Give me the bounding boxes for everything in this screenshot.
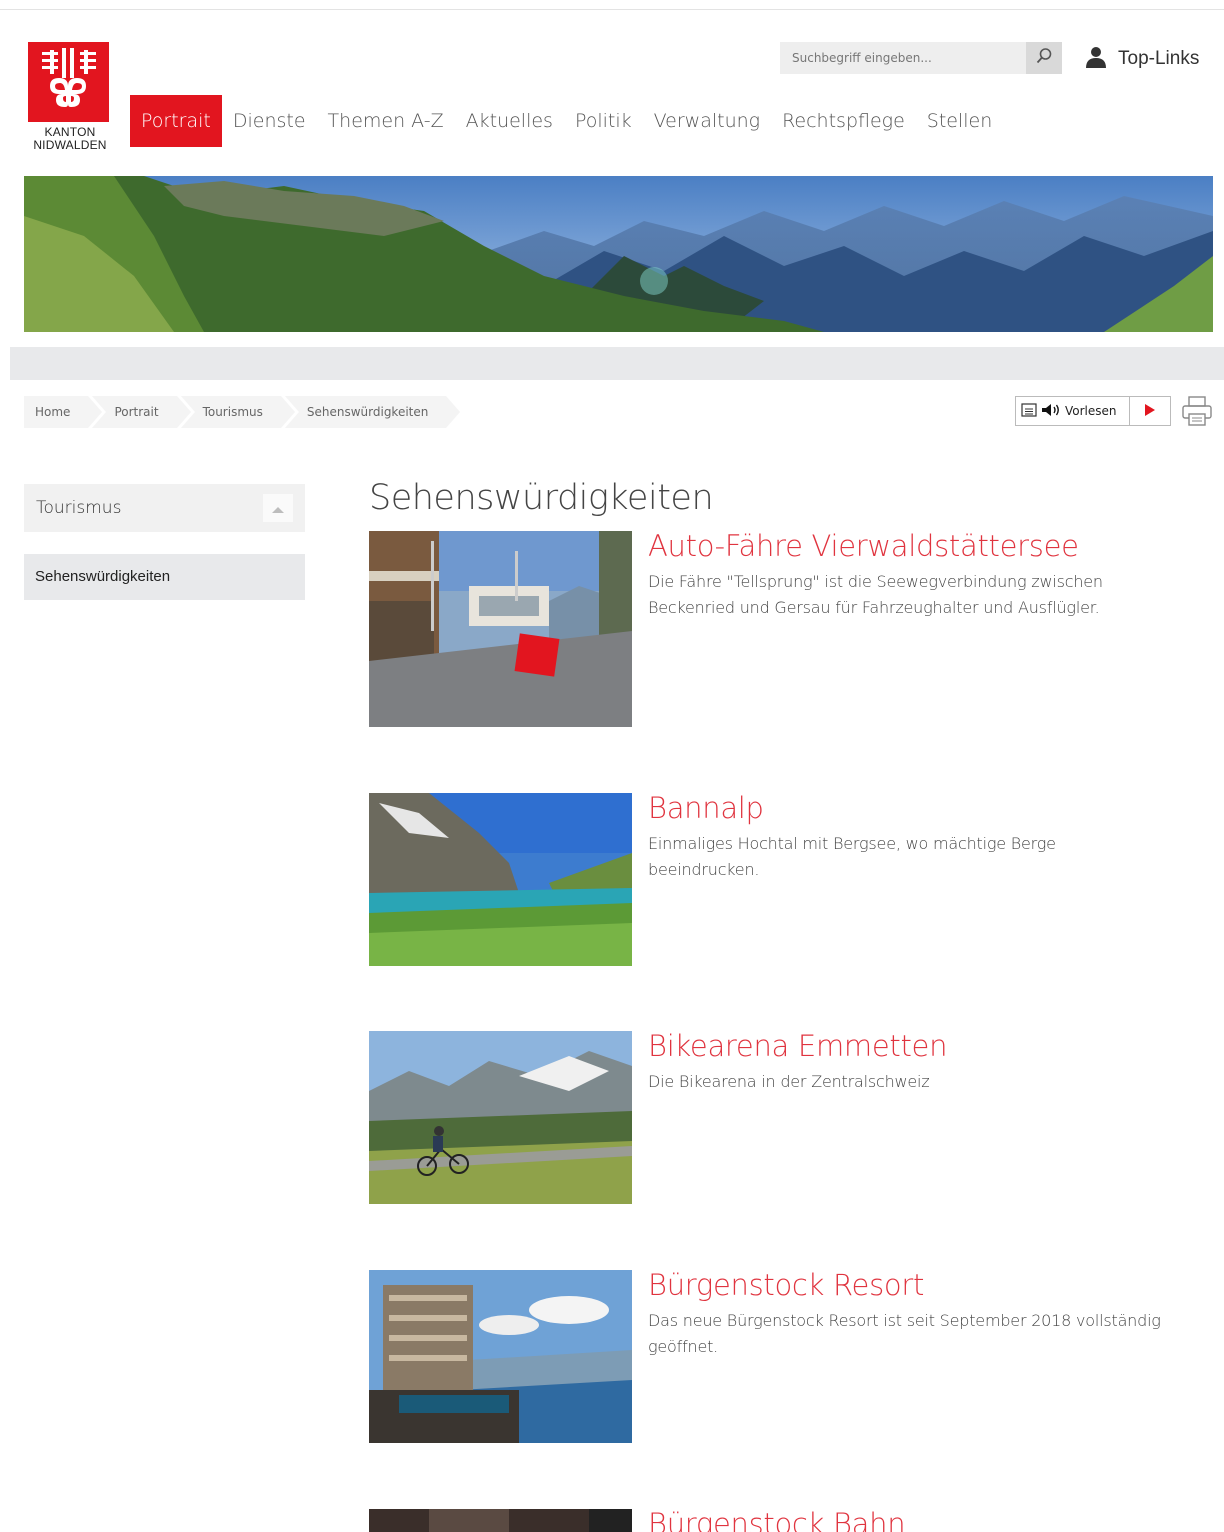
teaser-item: Bikearena Emmetten Die Bikearena in der … xyxy=(369,1029,1209,1204)
teaser-title[interactable]: Bannalp xyxy=(648,791,764,825)
printer-icon xyxy=(1180,396,1214,432)
header-banner-image xyxy=(24,176,1213,332)
sidebar-heading[interactable]: Tourismus xyxy=(24,484,305,532)
sidebar-item-sehenswuerdigkeiten[interactable]: Sehenswürdigkeiten xyxy=(24,554,305,600)
teaser-image[interactable] xyxy=(369,793,632,966)
teaser-image[interactable] xyxy=(369,1509,632,1532)
nav-item-rechtspflege[interactable]: Rechtspflege xyxy=(771,95,916,147)
chevron-up-icon xyxy=(271,499,285,518)
site-logo[interactable]: KANTON NIDWALDEN xyxy=(28,42,112,160)
main-nav: Portrait Dienste Themen A-Z Aktuelles Po… xyxy=(130,95,1003,147)
user-icon xyxy=(1086,46,1106,72)
nav-item-portrait[interactable]: Portrait xyxy=(130,95,222,147)
nav-item-dienste[interactable]: Dienste xyxy=(222,95,317,147)
document-icon xyxy=(1021,401,1037,421)
search-box xyxy=(780,42,1062,74)
top-divider xyxy=(0,9,1224,10)
nav-item-themen-a-z[interactable]: Themen A-Z xyxy=(317,95,455,147)
teaser-item: Bannalp Einmaliges Hochtal mit Bergsee, … xyxy=(369,791,1209,966)
readspeaker-button[interactable]: Vorlesen xyxy=(1015,396,1171,426)
speaker-icon xyxy=(1041,402,1061,421)
nav-item-stellen[interactable]: Stellen xyxy=(916,95,1004,147)
teaser-item: Bürgenstock Bahn xyxy=(369,1509,1209,1532)
nav-item-politik[interactable]: Politik xyxy=(564,95,643,147)
sidebar-heading-label: Tourismus xyxy=(36,498,122,518)
banner-divider-bar xyxy=(10,347,1224,380)
coat-of-arms-icon xyxy=(28,42,109,122)
nav-item-verwaltung[interactable]: Verwaltung xyxy=(643,95,771,147)
page-title: Sehenswürdigkeiten xyxy=(369,478,714,518)
logo-line-2: NIDWALDEN xyxy=(33,138,107,152)
teaser-description: Das neue Bürgenstock Resort ist seit Sep… xyxy=(648,1311,1161,1356)
search-button[interactable] xyxy=(1026,42,1062,74)
search-icon xyxy=(1035,47,1053,69)
teaser-description: Die Bikearena in der Zentralschweiz xyxy=(648,1072,930,1091)
breadcrumb-item-current: Sehenswürdigkeiten xyxy=(284,396,464,428)
collapse-toggle[interactable] xyxy=(263,494,293,522)
readspeaker-label: Vorlesen xyxy=(1065,404,1117,418)
teaser-description: Die Fähre "Tellsprung" ist die Seewegver… xyxy=(648,572,1103,617)
search-input[interactable] xyxy=(780,42,1026,74)
top-links-button[interactable]: Top-Links xyxy=(1086,45,1199,73)
teaser-item: Auto-Fähre Vierwaldstättersee Die Fähre … xyxy=(369,529,1209,727)
teaser-image[interactable] xyxy=(369,1031,632,1204)
teaser-title[interactable]: Bürgenstock Bahn xyxy=(648,1509,906,1532)
top-links-label: Top-Links xyxy=(1118,48,1200,69)
teaser-title[interactable]: Auto-Fähre Vierwaldstättersee xyxy=(648,529,1079,563)
play-icon xyxy=(1144,402,1156,421)
teaser-description: Einmaliges Hochtal mit Bergsee, wo mächt… xyxy=(648,834,1056,879)
teaser-title[interactable]: Bikearena Emmetten xyxy=(648,1029,947,1063)
teaser-title[interactable]: Bürgenstock Resort xyxy=(648,1268,924,1302)
play-button[interactable] xyxy=(1129,397,1170,425)
nav-item-aktuelles[interactable]: Aktuelles xyxy=(455,95,564,147)
logo-text: KANTON NIDWALDEN xyxy=(28,126,112,152)
print-button[interactable] xyxy=(1180,394,1214,428)
teaser-image[interactable] xyxy=(369,1270,632,1443)
breadcrumb-item-home[interactable]: Home xyxy=(24,396,108,428)
teaser-image[interactable] xyxy=(369,531,632,727)
breadcrumb: Home Portrait Tourismus Sehenswürdigkeit… xyxy=(24,396,464,428)
breadcrumb-item-tourismus[interactable]: Tourismus xyxy=(180,396,300,428)
sidebar-item-label: Sehenswürdigkeiten xyxy=(35,568,171,585)
teaser-item: Bürgenstock Resort Das neue Bürgenstock … xyxy=(369,1268,1209,1443)
